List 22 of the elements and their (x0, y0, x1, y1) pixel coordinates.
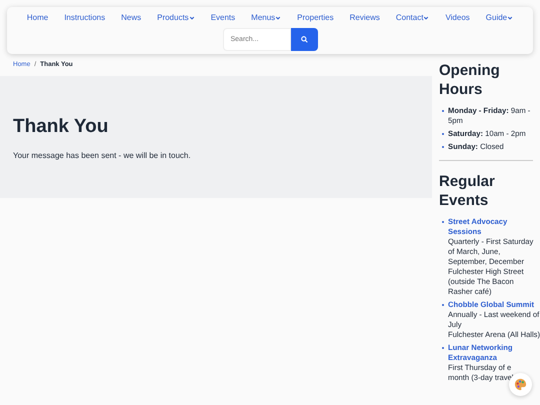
search-icon (300, 36, 308, 43)
search-button[interactable] (290, 28, 318, 51)
nav-link[interactable]: Videos (445, 12, 470, 24)
nav-link[interactable]: Events (210, 12, 236, 24)
sidebar-heading: Regular Events (439, 172, 496, 210)
nav-link[interactable]: Reviews (350, 12, 380, 24)
nav-link[interactable]: Properties (297, 12, 334, 24)
confirmation-message: Your message has been sent - we will be in touch. (13, 150, 192, 162)
palette-icon (514, 378, 527, 391)
chevron-down-icon (507, 15, 514, 21)
chevron-down-icon (423, 15, 430, 21)
nav-link[interactable]: Home (26, 12, 48, 24)
nav-link[interactable]: Menus (251, 12, 282, 24)
nav-link[interactable]: Guide (486, 12, 514, 24)
nav-link[interactable]: Products (157, 12, 195, 24)
nav-link[interactable]: Instructions (64, 12, 106, 24)
nav-link[interactable]: News (121, 12, 142, 24)
sidebar-heading: Opening Hours (439, 61, 501, 99)
chevron-down-icon (275, 15, 282, 21)
chevron-down-icon (188, 15, 195, 21)
page-title: Thank You (13, 116, 110, 139)
nav-link[interactable]: Contact (396, 12, 430, 24)
